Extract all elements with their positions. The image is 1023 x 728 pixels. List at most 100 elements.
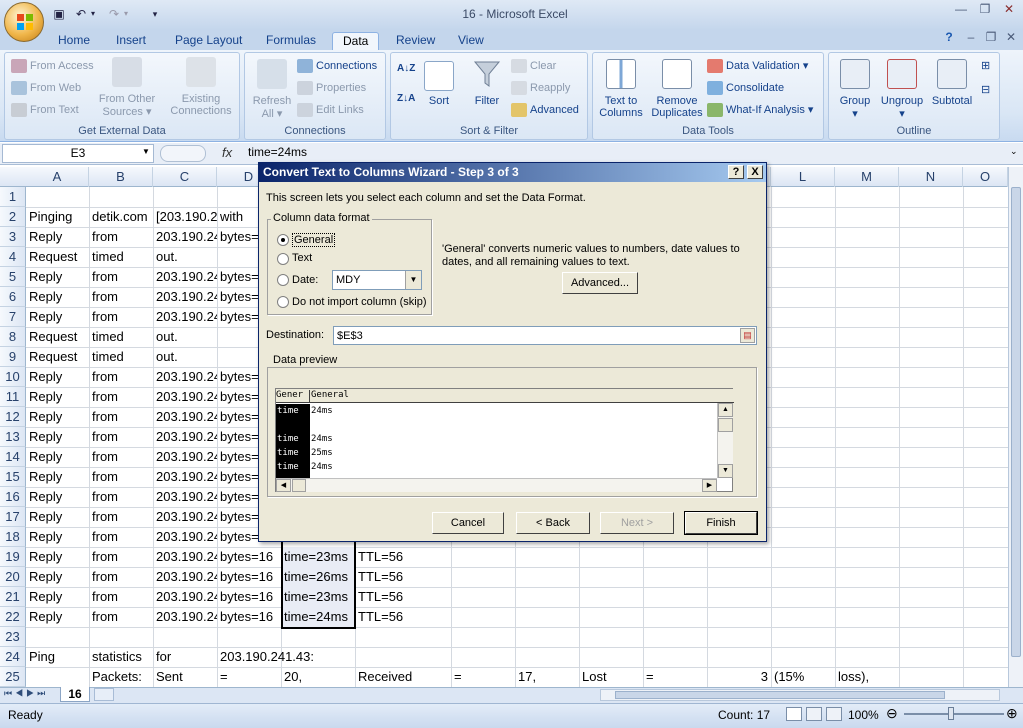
text-radio[interactable] [277, 253, 289, 265]
cell-e20[interactable]: time=26ms [281, 567, 355, 587]
cell-b15[interactable]: from [89, 467, 153, 487]
general-radio-label[interactable]: General [292, 233, 336, 247]
row-header[interactable]: 16 [0, 487, 26, 507]
cell-c15[interactable]: 203.190.24 [153, 467, 217, 487]
cell-f22[interactable]: TTL=56 [355, 607, 451, 627]
cell-h25[interactable]: 17, [515, 667, 579, 687]
preview-col1-header[interactable]: Gener [276, 390, 310, 403]
zoom-level[interactable]: 100% [848, 708, 879, 722]
normal-view-icon[interactable] [786, 707, 802, 721]
row-header[interactable]: 11 [0, 387, 26, 407]
cell-c9[interactable]: out. [153, 347, 217, 367]
cell-k25[interactable]: 3 [707, 667, 771, 687]
cancel-button[interactable]: Cancel [432, 512, 504, 534]
cell-b20[interactable]: from [89, 567, 153, 587]
cell-b2[interactable]: detik.com [89, 207, 153, 227]
row-header[interactable]: 22 [0, 607, 26, 627]
skip-column-radio[interactable] [277, 296, 289, 308]
cell-b21[interactable]: from [89, 587, 153, 607]
advanced-button[interactable]: Advanced... [562, 272, 638, 294]
row-header[interactable]: 9 [0, 347, 26, 367]
zoom-slider-handle[interactable] [948, 707, 954, 720]
cell-b8[interactable]: timed [89, 327, 153, 347]
insert-sheet-icon[interactable] [94, 688, 114, 701]
cell-a17[interactable]: Reply [26, 507, 89, 527]
cell-b14[interactable]: from [89, 447, 153, 467]
cell-c25[interactable]: Sent [153, 667, 217, 687]
cell-b5[interactable]: from [89, 267, 153, 287]
cell-b22[interactable]: from [89, 607, 153, 627]
cell-a14[interactable]: Reply [26, 447, 89, 467]
scroll-left-icon[interactable]: ◀ [276, 479, 291, 492]
cell-f25[interactable]: Received [355, 667, 451, 687]
expand-formula-bar-icon[interactable]: ⌄ [1010, 146, 1018, 157]
row-header[interactable]: 14 [0, 447, 26, 467]
row-header[interactable]: 3 [0, 227, 26, 247]
cell-d22[interactable]: bytes=16 [217, 607, 281, 627]
sheet-tab-16[interactable]: 16 [60, 687, 90, 702]
cell-e22[interactable]: time=24ms [281, 607, 355, 627]
preview-hscroll-thumb[interactable] [292, 479, 306, 492]
cell-d20[interactable]: bytes=16 [217, 567, 281, 587]
cell-a12[interactable]: Reply [26, 407, 89, 427]
cell-b12[interactable]: from [89, 407, 153, 427]
cell-b17[interactable]: from [89, 507, 153, 527]
cell-f19[interactable]: TTL=56 [355, 547, 451, 567]
cell-b7[interactable]: from [89, 307, 153, 327]
cell-g25[interactable]: = [451, 667, 515, 687]
cell-c19[interactable]: 203.190.24 [153, 547, 217, 567]
general-radio[interactable] [277, 234, 289, 246]
cell-b3[interactable]: from [89, 227, 153, 247]
cell-i25[interactable]: Lost [579, 667, 643, 687]
cell-j25[interactable]: = [643, 667, 707, 687]
cell-c13[interactable]: 203.190.24 [153, 427, 217, 447]
vertical-scrollbar[interactable] [1008, 167, 1023, 687]
cell-c6[interactable]: 203.190.24 [153, 287, 217, 307]
cell-b6[interactable]: from [89, 287, 153, 307]
date-format-dropdown-icon[interactable]: ▼ [405, 271, 421, 289]
preview-vscroll-thumb[interactable] [718, 418, 733, 432]
cell-b19[interactable]: from [89, 547, 153, 567]
cell-d25[interactable]: = [217, 667, 281, 687]
cell-a5[interactable]: Reply [26, 267, 89, 287]
cell-c18[interactable]: 203.190.24 [153, 527, 217, 547]
cell-a4[interactable]: Request [26, 247, 89, 267]
cell-c8[interactable]: out. [153, 327, 217, 347]
date-format-select[interactable]: MDY ▼ [332, 270, 422, 290]
row-header[interactable]: 24 [0, 647, 26, 667]
cell-l25[interactable]: (15% [771, 667, 835, 687]
zoom-in-icon[interactable]: ⊕ [1006, 705, 1018, 722]
sheet-nav-arrows-icon[interactable]: ⏮◀▶⏭ [4, 688, 48, 699]
row-header[interactable]: 4 [0, 247, 26, 267]
cell-c20[interactable]: 203.190.24 [153, 567, 217, 587]
cell-b24[interactable]: statistics [89, 647, 153, 667]
row-header[interactable]: 6 [0, 287, 26, 307]
cell-c5[interactable]: 203.190.24 [153, 267, 217, 287]
horizontal-scrollbar[interactable] [600, 689, 1000, 701]
cell-a8[interactable]: Request [26, 327, 89, 347]
cell-c24[interactable]: for [153, 647, 217, 667]
cell-a7[interactable]: Reply [26, 307, 89, 327]
row-header[interactable]: 13 [0, 427, 26, 447]
cell-a9[interactable]: Request [26, 347, 89, 367]
cell-a6[interactable]: Reply [26, 287, 89, 307]
cell-c22[interactable]: 203.190.24 [153, 607, 217, 627]
preview-vscrollbar[interactable]: ▲ ▼ [717, 403, 733, 478]
cell-c4[interactable]: out. [153, 247, 217, 267]
preview-hscrollbar[interactable]: ◀ ▶ [276, 478, 717, 492]
cell-c17[interactable]: 203.190.24 [153, 507, 217, 527]
scroll-down-icon[interactable]: ▼ [718, 464, 733, 478]
data-preview-pane[interactable]: Gener General time 24ms time 24ms time 25ms ti… [275, 388, 734, 492]
page-layout-view-icon[interactable] [806, 707, 822, 721]
row-header[interactable]: 17 [0, 507, 26, 527]
row-header[interactable]: 19 [0, 547, 26, 567]
zoom-slider[interactable] [904, 713, 1004, 715]
cell-c3[interactable]: 203.190.24 [153, 227, 217, 247]
cell-a11[interactable]: Reply [26, 387, 89, 407]
cell-b9[interactable]: timed [89, 347, 153, 367]
cell-a21[interactable]: Reply [26, 587, 89, 607]
row-header[interactable]: 2 [0, 207, 26, 227]
cell-a3[interactable]: Reply [26, 227, 89, 247]
cell-m25[interactable]: loss), [835, 667, 899, 687]
row-header[interactable]: 1 [0, 187, 26, 207]
